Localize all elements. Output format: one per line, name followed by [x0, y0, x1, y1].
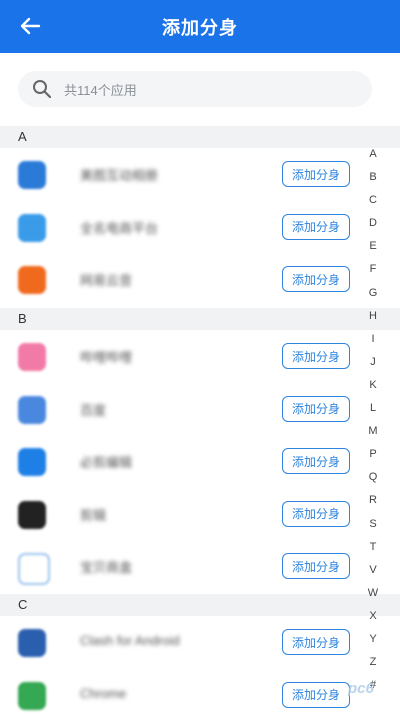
index-letter[interactable]: X	[362, 605, 384, 628]
app-icon	[18, 629, 46, 657]
app-icon	[18, 161, 46, 189]
page-title: 添加分身	[162, 17, 238, 38]
search-input[interactable]: 共114个应用	[18, 71, 372, 107]
app-icon	[18, 395, 46, 424]
index-letter[interactable]: B	[362, 166, 384, 189]
index-letter[interactable]: K	[362, 374, 384, 397]
app-row: Chrome 添加分身	[0, 670, 400, 722]
back-arrow-icon	[20, 17, 41, 35]
watermark: pc6	[348, 680, 374, 697]
app-row: 网易云音 添加分身	[0, 254, 400, 306]
app-header: 添加分身	[0, 0, 400, 53]
index-letter[interactable]: L	[362, 397, 384, 420]
index-letter[interactable]: A	[362, 143, 384, 166]
index-letter[interactable]: T	[362, 536, 384, 559]
index-letter[interactable]: M	[362, 420, 384, 443]
app-row: 剪辑 添加分身	[0, 489, 400, 541]
add-clone-button[interactable]: 添加分身	[282, 266, 350, 292]
search-icon	[33, 80, 52, 99]
index-letter[interactable]: C	[362, 189, 384, 212]
app-row: 必剪编辑 添加分身	[0, 436, 400, 488]
add-clone-button[interactable]: 添加分身	[282, 448, 350, 474]
app-row: Clash for Android 添加分身	[0, 617, 400, 669]
app-icon	[18, 500, 46, 529]
index-letter[interactable]: H	[362, 305, 384, 328]
index-letter[interactable]: J	[362, 351, 384, 374]
section-header-c: C	[0, 594, 400, 616]
add-clone-button[interactable]: 添加分身	[282, 681, 350, 708]
app-row: 全名电商平台 添加分身	[0, 202, 400, 254]
index-letter[interactable]: V	[362, 559, 384, 582]
app-icon	[18, 681, 46, 710]
index-letter[interactable]: W	[362, 582, 384, 605]
index-letter[interactable]: G	[362, 282, 384, 305]
add-clone-button[interactable]: 添加分身	[282, 213, 350, 240]
section-header-b: B	[0, 308, 400, 330]
add-clone-button[interactable]: 添加分身	[282, 395, 350, 422]
app-icon	[18, 213, 46, 242]
alphabet-index[interactable]: A B C D E F G H I J K L M P Q R S T V W X Y Z #	[362, 143, 384, 697]
back-button[interactable]	[12, 10, 48, 42]
app-name: Chrome	[80, 685, 127, 701]
app-name: 百度	[80, 402, 107, 418]
add-clone-button[interactable]: 添加分身	[282, 500, 350, 527]
app-name: 美图互动相册	[80, 168, 159, 183]
index-letter[interactable]: Q	[362, 466, 384, 489]
app-name: 网易云音	[80, 273, 133, 288]
index-letter[interactable]: E	[362, 235, 384, 258]
app-row: 宝贝商盒 添加分身	[0, 541, 400, 593]
app-icon	[18, 343, 46, 371]
add-clone-button[interactable]: 添加分身	[282, 553, 350, 579]
index-letter[interactable]: I	[362, 328, 384, 351]
app-row: 美图互动相册 添加分身	[0, 149, 400, 201]
index-letter[interactable]: S	[362, 513, 384, 536]
add-clone-button[interactable]: 添加分身	[282, 343, 350, 369]
index-letter[interactable]: P	[362, 443, 384, 466]
app-name: 必剪编辑	[80, 455, 133, 470]
search-area: 共114个应用	[0, 53, 400, 123]
index-letter[interactable]: F	[362, 258, 384, 281]
app-name: 剪辑	[80, 507, 107, 523]
add-clone-button[interactable]: 添加分身	[282, 161, 350, 187]
app-name: 全名电商平台	[80, 220, 159, 236]
index-letter[interactable]: Z	[362, 651, 384, 674]
app-name: Clash for Android	[80, 633, 180, 648]
add-clone-button[interactable]: 添加分身	[282, 629, 350, 655]
app-icon	[18, 448, 46, 476]
section-header-a: A	[0, 126, 400, 148]
index-letter[interactable]: D	[362, 212, 384, 235]
app-name: 哔哩哔哩	[80, 350, 133, 365]
index-letter[interactable]: Y	[362, 628, 384, 651]
app-name: 宝贝商盒	[80, 560, 133, 575]
search-placeholder: 共114个应用	[64, 82, 137, 98]
index-letter[interactable]: R	[362, 489, 384, 512]
app-row: 百度 添加分身	[0, 384, 400, 436]
app-icon	[18, 553, 50, 585]
app-row: 哔哩哔哩 添加分身	[0, 331, 400, 383]
app-icon	[18, 266, 46, 294]
